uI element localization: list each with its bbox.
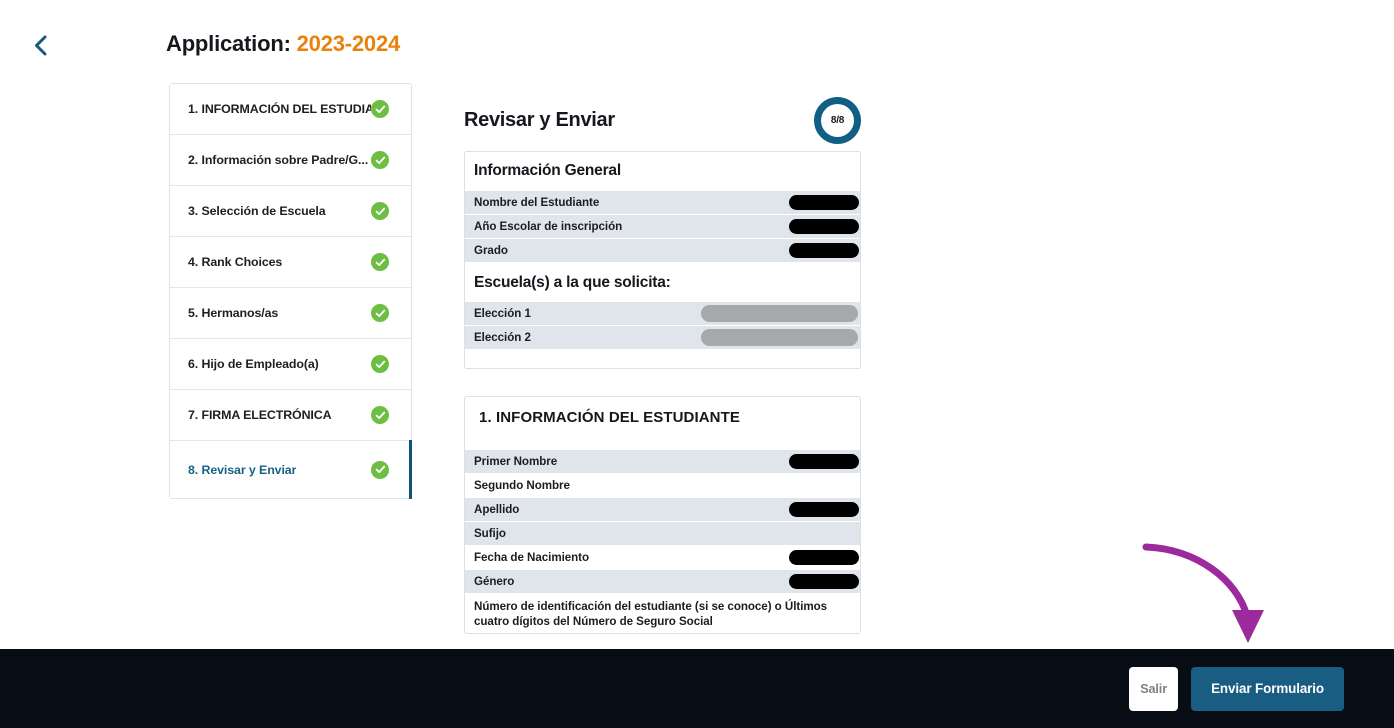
review-data-row: Fecha de Nacimiento xyxy=(465,546,860,570)
card-rows-student: Primer Nombre Segundo Nombre Apellido Sufij… xyxy=(465,450,860,633)
card-subheading: Escuela(s) a la que solicita: xyxy=(465,263,860,302)
review-row-label: Nombre del Estudiante xyxy=(474,196,600,209)
sidebar-step-label: 3. Selección de Escuela xyxy=(188,204,326,218)
review-data-row: Sufijo xyxy=(465,522,860,546)
review-row-label: Segundo Nombre xyxy=(474,479,570,492)
page-title-prefix: Application: xyxy=(166,31,291,56)
redacted-value-bar xyxy=(789,195,859,210)
review-data-row: Elección 2 xyxy=(465,326,860,350)
sidebar-step-1[interactable]: 1. INFORMACIÓN DEL ESTUDIA... xyxy=(170,84,411,135)
card-heading: 1. INFORMACIÓN DEL ESTUDIANTE xyxy=(465,397,860,450)
review-row-label: Año Escolar de inscripción xyxy=(474,220,623,233)
review-data-row: Nombre del Estudiante xyxy=(465,191,860,215)
sidebar-step-label: 2. Información sobre Padre/G... xyxy=(188,153,369,167)
sidebar-step-2[interactable]: 2. Información sobre Padre/G... xyxy=(170,135,411,186)
review-data-row: Grado xyxy=(465,239,860,263)
redacted-value-bar xyxy=(789,219,859,234)
progress-ring-inner: 8/8 xyxy=(821,103,854,137)
sidebar-step-8[interactable]: 8. Revisar y Enviar xyxy=(170,440,412,499)
card-rows-schools: Elección 1 Elección 2 xyxy=(465,302,860,350)
review-data-row: Número de identificación del estudiante … xyxy=(465,594,860,633)
sidebar-step-label: 5. Hermanos/as xyxy=(188,306,279,320)
review-data-row: Primer Nombre xyxy=(465,450,860,474)
redacted-value-bar xyxy=(701,305,858,322)
application-page: Application: 2023-2024 1. INFORMACIÓN DE… xyxy=(0,0,1394,728)
page-title-year: 2023-2024 xyxy=(296,31,401,56)
progress-count: 8/8 xyxy=(830,114,845,126)
check-circle-icon xyxy=(371,202,389,220)
redacted-value-bar xyxy=(701,329,858,346)
review-row-label: Apellido xyxy=(474,503,520,516)
back-button[interactable] xyxy=(22,28,58,62)
review-data-row: Segundo Nombre xyxy=(465,474,860,498)
review-data-row: Género xyxy=(465,570,860,594)
section-title: Revisar y Enviar xyxy=(464,108,615,131)
review-row-label: Número de identificación del estudiante … xyxy=(474,600,828,628)
redacted-value-bar xyxy=(789,502,859,517)
card-spacer xyxy=(465,350,860,368)
sidebar-step-label: 6. Hijo de Empleado(a) xyxy=(188,357,319,371)
sidebar-step-label: 4. Rank Choices xyxy=(188,255,283,269)
review-data-row: Elección 1 xyxy=(465,302,860,326)
sidebar-step-label: 8. Revisar y Enviar xyxy=(188,462,297,477)
page-title: Application: 2023-2024 xyxy=(166,31,400,57)
section-header: Revisar y Enviar 8/8 xyxy=(464,96,861,144)
review-card-general: Información General Nombre del Estudiant… xyxy=(464,151,861,369)
check-circle-icon xyxy=(371,304,389,322)
exit-button[interactable]: Salir xyxy=(1129,666,1179,711)
check-circle-icon xyxy=(371,100,389,118)
step-navigation-list: 1. INFORMACIÓN DEL ESTUDIA... 2. Informac… xyxy=(169,83,412,499)
review-row-label: Fecha de Nacimiento xyxy=(474,551,590,564)
card-heading: Información General xyxy=(465,152,860,191)
card-rows-general: Nombre del Estudiante Año Escolar de insc… xyxy=(465,191,860,263)
review-data-row: Año Escolar de inscripción xyxy=(465,215,860,239)
bottom-action-bar: Salir Enviar Formulario xyxy=(0,649,1394,728)
sidebar-step-label: 7. FIRMA ELECTRÓNICA xyxy=(188,408,332,422)
sidebar-step-6[interactable]: 6. Hijo de Empleado(a) xyxy=(170,339,411,390)
review-row-label: Elección 2 xyxy=(474,331,531,344)
sidebar-step-3[interactable]: 3. Selección de Escuela xyxy=(170,186,411,237)
submit-form-button[interactable]: Enviar Formulario xyxy=(1191,666,1344,711)
check-circle-icon xyxy=(371,460,389,479)
check-circle-icon xyxy=(371,355,389,373)
sidebar-step-label: 1. INFORMACIÓN DEL ESTUDIA... xyxy=(188,102,371,116)
check-circle-icon xyxy=(371,406,389,424)
sidebar-step-7[interactable]: 7. FIRMA ELECTRÓNICA xyxy=(170,390,411,441)
check-circle-icon xyxy=(371,151,389,169)
review-row-label: Grado xyxy=(474,244,508,257)
redacted-value-bar xyxy=(789,550,859,565)
check-circle-icon xyxy=(371,253,389,271)
review-row-label: Elección 1 xyxy=(474,307,531,320)
redacted-value-bar xyxy=(789,243,859,258)
annotation-arrow xyxy=(1142,538,1277,653)
review-card-student-info: 1. INFORMACIÓN DEL ESTUDIANTE Primer Nom… xyxy=(464,396,861,634)
review-data-row: Apellido xyxy=(465,498,860,522)
review-row-label: Sufijo xyxy=(474,527,506,540)
chevron-left-icon xyxy=(34,35,47,56)
sidebar-step-5[interactable]: 5. Hermanos/as xyxy=(170,288,411,339)
redacted-value-bar xyxy=(789,454,859,469)
redacted-value-bar xyxy=(789,574,859,589)
review-row-label: Género xyxy=(474,575,515,588)
review-row-label: Primer Nombre xyxy=(474,455,558,468)
progress-ring: 8/8 xyxy=(814,96,861,144)
sidebar-step-4[interactable]: 4. Rank Choices xyxy=(170,237,411,288)
